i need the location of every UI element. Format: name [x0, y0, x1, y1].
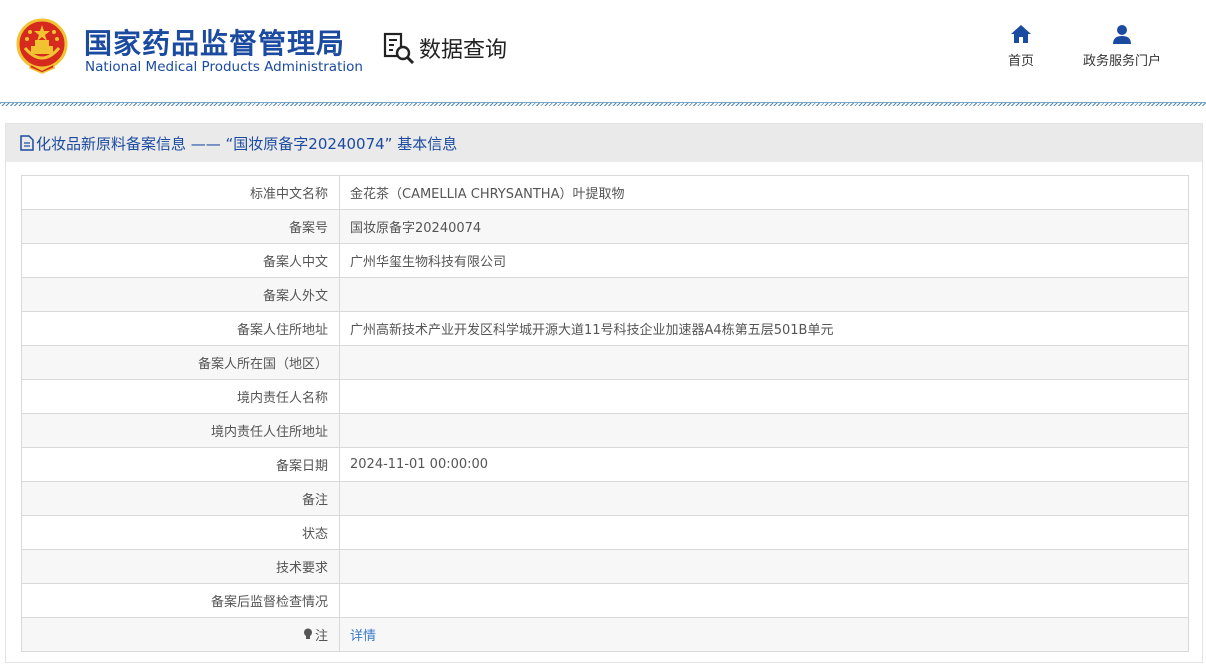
- nav-home[interactable]: 首页: [1000, 24, 1042, 69]
- nav-gov-service[interactable]: 政务服务门户: [1074, 24, 1170, 69]
- table-row-note: 注 详情: [21, 617, 1189, 652]
- field-label: 状态: [21, 515, 340, 550]
- field-label: 备案人住所地址: [21, 311, 340, 346]
- field-label: 备注: [21, 481, 340, 516]
- table-row: 备案人住所地址 广州高新技术产业开发区科学城开源大道11号科技企业加速器A4栋第…: [21, 311, 1189, 346]
- note-label: 注: [314, 628, 328, 644]
- field-value: 广州高新技术产业开发区科学城开源大道11号科技企业加速器A4栋第五层501B单元: [339, 311, 1189, 346]
- field-value: [339, 583, 1189, 618]
- field-label: 备案后监督检查情况: [21, 583, 340, 618]
- field-value: [339, 277, 1189, 312]
- note-value-cell: 详情: [339, 617, 1189, 652]
- field-label: 备案号: [21, 209, 340, 244]
- field-value: [339, 549, 1189, 584]
- user-icon: [1113, 25, 1131, 44]
- field-label: 备案人外文: [21, 277, 340, 312]
- field-label: 标准中文名称: [21, 175, 340, 210]
- document-icon: [20, 135, 34, 151]
- nav-home-label: 首页: [1007, 54, 1034, 69]
- org-name-en[interactable]: National Medical Products Administration: [85, 59, 363, 75]
- home-icon: [1011, 25, 1031, 43]
- field-value: [339, 379, 1189, 414]
- note-label-cell: 注: [21, 617, 340, 652]
- nav-gov-service-label: 政务服务门户: [1082, 54, 1161, 69]
- field-value: [339, 345, 1189, 380]
- header-divider: [0, 102, 1206, 106]
- field-label: 境内责任人住所地址: [21, 413, 340, 448]
- table-row: 状态: [21, 515, 1189, 550]
- data-query-link[interactable]: 数据查询: [383, 32, 507, 64]
- table-row: 境内责任人住所地址: [21, 413, 1189, 448]
- table-row: 备案后监督检查情况: [21, 583, 1189, 618]
- table-row: 备注: [21, 481, 1189, 516]
- panel-title: 化妆品新原料备案信息 —— “国妆原备字20240074” 基本信息: [36, 134, 458, 153]
- field-value: 2024-11-01 00:00:00: [339, 447, 1189, 482]
- table-row: 技术要求: [21, 549, 1189, 584]
- panel-header: 化妆品新原料备案信息 —— “国妆原备字20240074” 基本信息: [6, 124, 1202, 162]
- lightbulb-icon: [303, 628, 312, 640]
- table-row: 备案人所在国（地区）: [21, 345, 1189, 380]
- table-row: 境内责任人名称: [21, 379, 1189, 414]
- field-value: [339, 515, 1189, 550]
- field-label: 备案人中文: [21, 243, 340, 278]
- field-label: 技术要求: [21, 549, 340, 584]
- field-value: 广州华玺生物科技有限公司: [339, 243, 1189, 278]
- table-row: 备案日期 2024-11-01 00:00:00: [21, 447, 1189, 482]
- table-row: 标准中文名称 金花茶（CAMELLIA CHRYSANTHA）叶提取物: [21, 175, 1189, 210]
- search-doc-icon: [383, 32, 415, 64]
- field-value: [339, 481, 1189, 516]
- table-row: 备案人中文 广州华玺生物科技有限公司: [21, 243, 1189, 278]
- table-row: 备案号 国妆原备字20240074: [21, 209, 1189, 244]
- national-emblem-logo[interactable]: [16, 18, 68, 74]
- table-row: 备案人外文: [21, 277, 1189, 312]
- site-header: 国家药品监督管理局 National Medical Products Admi…: [0, 0, 1206, 100]
- data-query-label: 数据查询: [419, 38, 508, 63]
- field-value: [339, 413, 1189, 448]
- details-link[interactable]: 详情: [350, 629, 376, 644]
- field-label: 备案人所在国（地区）: [21, 345, 340, 380]
- field-label: 境内责任人名称: [21, 379, 340, 414]
- field-value: 金花茶（CAMELLIA CHRYSANTHA）叶提取物: [339, 175, 1189, 210]
- field-value: 国妆原备字20240074: [339, 209, 1189, 244]
- record-table: 标准中文名称 金花茶（CAMELLIA CHRYSANTHA）叶提取物 备案号 …: [21, 175, 1189, 652]
- org-name-cn[interactable]: 国家药品监督管理局: [84, 22, 345, 62]
- field-label: 备案日期: [21, 447, 340, 482]
- record-panel: 化妆品新原料备案信息 —— “国妆原备字20240074” 基本信息 标准中文名…: [5, 123, 1203, 663]
